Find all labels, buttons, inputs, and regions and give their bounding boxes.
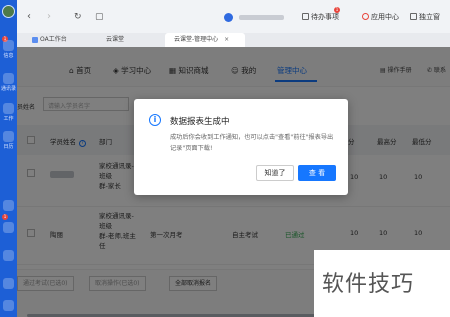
dialog-title: 数据报表生成中 bbox=[170, 117, 230, 127]
rail-label-work: 工作 bbox=[3, 116, 14, 122]
tab-favicon-icon bbox=[32, 37, 38, 43]
rail-label-calendar: 日历 bbox=[3, 144, 14, 150]
address-text-redacted bbox=[239, 15, 284, 20]
rail-label-messages: 信息 bbox=[3, 53, 14, 59]
app-rail: 1 信息 通讯录 工作 日历 1 bbox=[0, 0, 17, 317]
message-icon[interactable] bbox=[3, 40, 14, 51]
tab-strip: OA工作台 云课堂 云课堂-管理中心 × bbox=[17, 33, 450, 47]
mail-icon[interactable] bbox=[3, 222, 14, 233]
back-icon[interactable]: ‹ bbox=[27, 12, 31, 22]
app-center-button[interactable]: 应用中心 bbox=[362, 12, 399, 22]
contacts-icon[interactable] bbox=[3, 73, 14, 84]
rail-label-contacts: 通讯录 bbox=[0, 86, 16, 92]
more-icon[interactable] bbox=[3, 278, 14, 289]
todo-badge: 1 bbox=[334, 7, 340, 13]
avatar[interactable] bbox=[2, 5, 15, 18]
app-center-icon bbox=[362, 13, 369, 20]
view-button[interactable]: 查 看 bbox=[298, 165, 336, 181]
info-icon: i bbox=[149, 114, 161, 126]
dialog-message: 成功后你会收到工作通知，也可以点击"查看"前往"报表导出记录"页面下载! bbox=[170, 134, 334, 152]
browser-toolbar: ‹ › ↻ ▢ 待办事项 1 应用中心 独立窗 bbox=[17, 0, 450, 33]
workbench-icon[interactable] bbox=[3, 103, 14, 114]
tab-cloud-classroom[interactable]: 云课堂 bbox=[97, 33, 157, 47]
watermark: 软件技巧 bbox=[314, 250, 450, 317]
site-icon bbox=[224, 13, 233, 22]
home-icon[interactable]: ▢ bbox=[95, 12, 104, 22]
calendar-icon[interactable] bbox=[3, 131, 14, 142]
report-generating-dialog: i 数据报表生成中 成功后你会收到工作通知，也可以点击"查看"前往"报表导出记录… bbox=[134, 99, 348, 195]
settings-icon[interactable] bbox=[3, 300, 14, 311]
got-it-button[interactable]: 知道了 bbox=[256, 165, 294, 181]
address-bar[interactable] bbox=[219, 11, 289, 24]
apps-icon[interactable] bbox=[3, 250, 14, 261]
refresh-icon[interactable]: ↻ bbox=[74, 12, 82, 22]
todo-icon bbox=[302, 13, 309, 20]
notification-badge: 1 bbox=[2, 214, 8, 220]
forward-icon[interactable]: › bbox=[47, 12, 51, 22]
standalone-window-button[interactable]: 独立窗 bbox=[410, 12, 440, 22]
watermark-text: 软件技巧 bbox=[322, 272, 415, 297]
tab-classroom-admin[interactable]: 云课堂-管理中心 × bbox=[165, 33, 245, 47]
close-tab-icon[interactable]: × bbox=[224, 36, 229, 43]
todo-button[interactable]: 待办事项 1 bbox=[302, 7, 340, 22]
window-icon bbox=[410, 13, 417, 20]
docs-icon[interactable] bbox=[3, 200, 14, 211]
tab-oa-workbench[interactable]: OA工作台 bbox=[31, 33, 91, 47]
